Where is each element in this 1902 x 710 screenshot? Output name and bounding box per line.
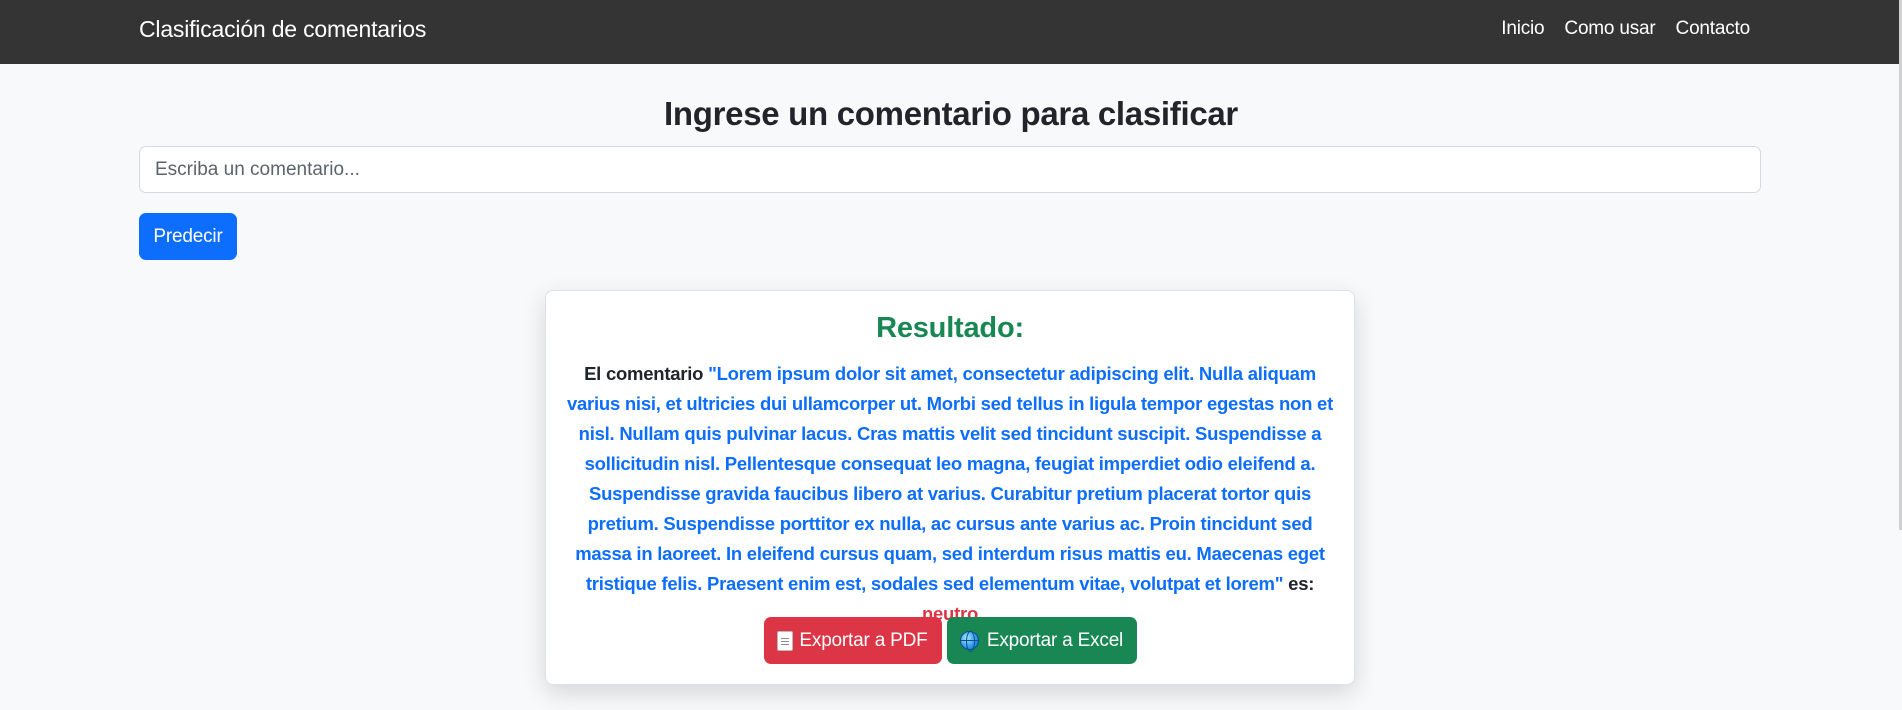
predict-button[interactable]: Predecir bbox=[139, 213, 237, 260]
result-card: Resultado: El comentario "Lorem ipsum do… bbox=[545, 290, 1355, 685]
nav-link-contacto[interactable]: Contacto bbox=[1676, 17, 1751, 41]
nav-link-como-usar[interactable]: Como usar bbox=[1564, 17, 1655, 41]
export-excel-button[interactable]: Exportar a Excel bbox=[946, 617, 1137, 664]
result-text: El comentario "Lorem ipsum dolor sit ame… bbox=[564, 359, 1336, 629]
result-prefix: El comentario bbox=[584, 363, 704, 384]
result-connector: es: bbox=[1288, 573, 1315, 594]
result-comment: "Lorem ipsum dolor sit amet, consectetur… bbox=[566, 363, 1333, 594]
export-excel-label: Exportar a Excel bbox=[986, 629, 1124, 651]
navbar: Clasificación de comentarios Inicio Como… bbox=[0, 0, 1902, 64]
navbar-brand[interactable]: Clasificación de comentarios bbox=[139, 14, 426, 44]
result-title: Resultado: bbox=[876, 312, 1024, 344]
nav-link-inicio[interactable]: Inicio bbox=[1501, 17, 1544, 41]
export-pdf-label: Exportar a PDF bbox=[799, 629, 928, 651]
comment-input[interactable] bbox=[139, 146, 1761, 193]
navbar-links: Inicio Como usar Contacto bbox=[1501, 17, 1750, 41]
globe-icon bbox=[959, 631, 979, 652]
document-icon bbox=[777, 630, 794, 651]
export-actions: Exportar a PDF Exportar a Excel bbox=[546, 617, 1354, 664]
page-title: Ingrese un comentario para clasificar bbox=[664, 95, 1238, 132]
export-pdf-button[interactable]: Exportar a PDF bbox=[763, 617, 942, 664]
